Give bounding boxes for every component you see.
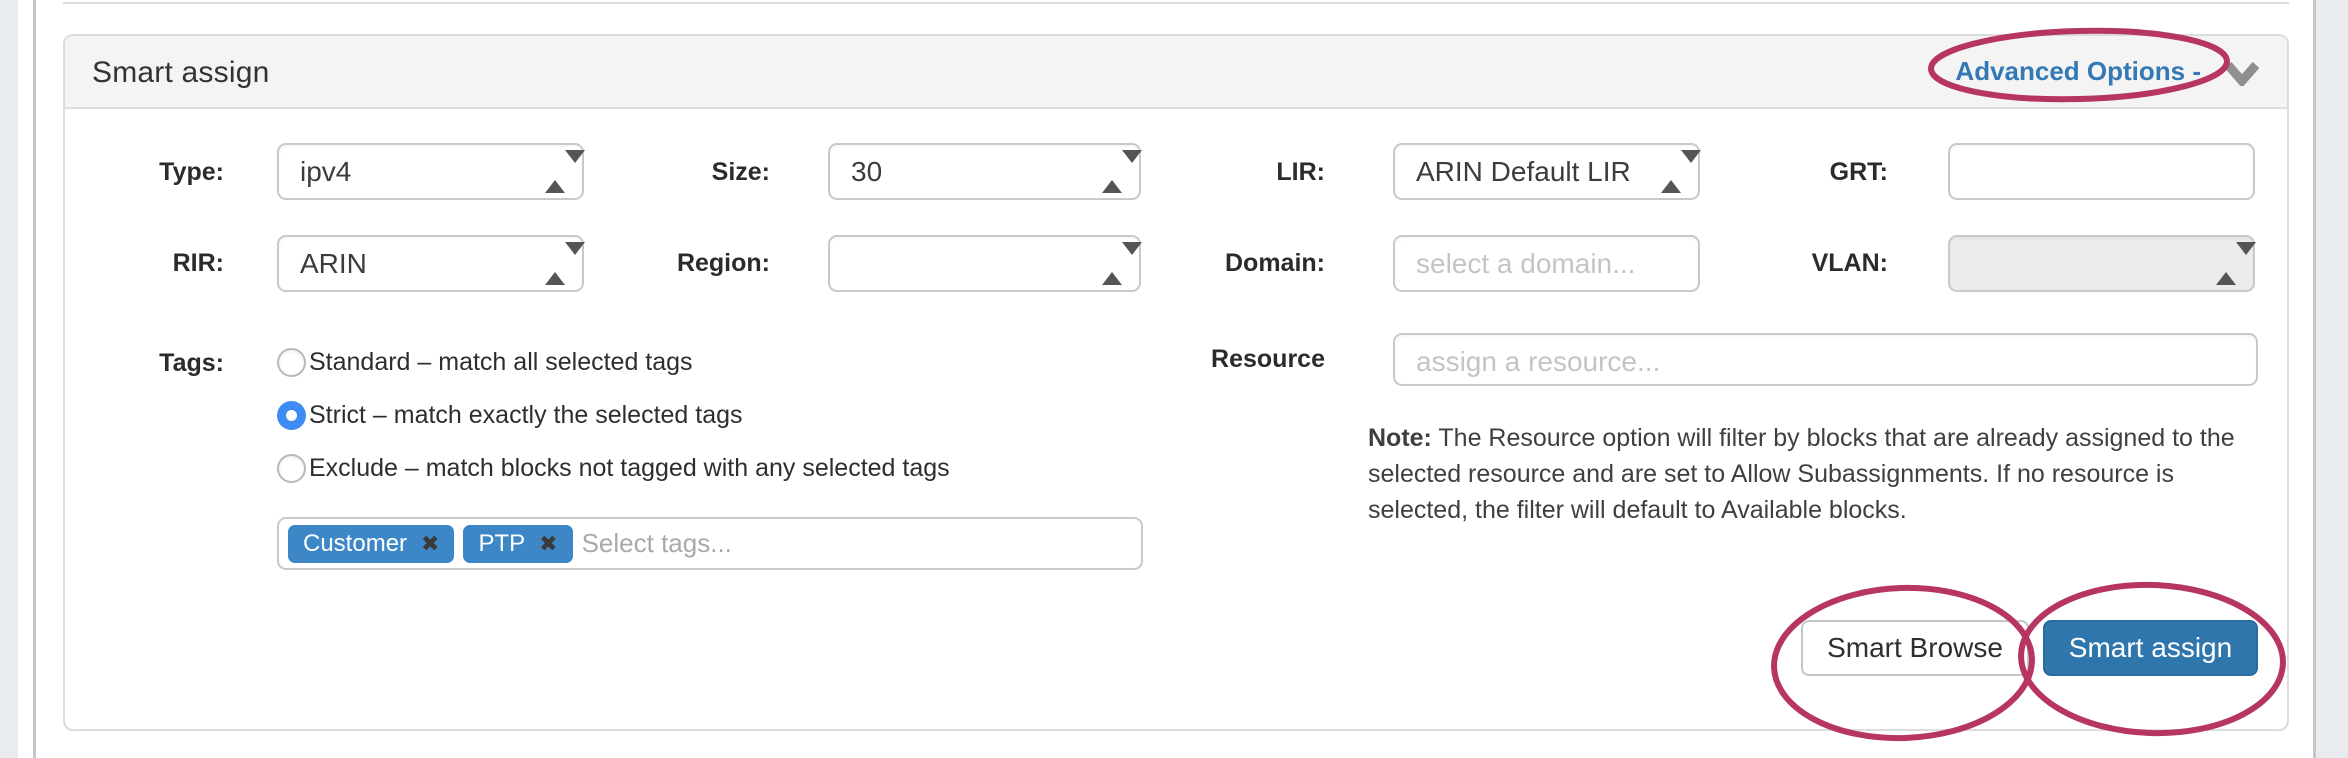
resource-field [1393,333,2258,386]
resource-label: Resource [1065,333,1325,386]
tags-search-input[interactable] [582,524,1132,564]
tags-input-box[interactable]: Customer ✖ PTP ✖ [277,517,1143,570]
type-select[interactable]: ipv4 [277,143,584,200]
resource-input[interactable] [1416,335,2235,388]
radio-exclude-label: Exclude – match blocks not tagged with a… [309,454,950,483]
tags-option-strict: Strict – match exactly the selected tags [277,400,743,430]
remove-tag-icon[interactable]: ✖ [539,533,557,555]
select-arrows-icon [1102,255,1122,273]
tag-pill-label: Customer [303,530,407,558]
region-select[interactable] [828,235,1141,292]
panel-header: Smart assign Advanced Options - [65,36,2287,109]
tags-option-standard: Standard – match all selected tags [277,347,693,377]
domain-input[interactable] [1416,237,1677,290]
note-prefix: Note: [1368,424,1432,452]
type-label: Type: [65,143,224,201]
lir-select-value: ARIN Default LIR [1416,145,1631,198]
page-gutter-left [0,0,18,758]
select-arrows-icon [2216,255,2236,273]
lir-select[interactable]: ARIN Default LIR [1393,143,1700,200]
remove-tag-icon[interactable]: ✖ [421,533,439,555]
select-arrows-icon [545,255,565,273]
domain-field [1393,235,1700,292]
top-divider [63,2,2289,4]
radio-strict-label: Strict – match exactly the selected tags [309,401,743,430]
grt-field [1948,143,2255,200]
tag-pill-label: PTP [478,530,525,558]
smart-assign-button[interactable]: Smart assign [2043,620,2258,676]
size-select-value: 30 [851,145,882,198]
radio-standard[interactable] [277,348,306,377]
select-arrows-icon [1102,163,1122,181]
vlan-select[interactable] [1948,235,2255,292]
radio-exclude[interactable] [277,454,306,483]
resource-note: Note: The Resource option will filter by… [1368,420,2278,528]
page-gutter-right [2316,0,2348,758]
smart-browse-button[interactable]: Smart Browse [1801,620,2029,676]
region-label: Region: [610,235,770,292]
advanced-options-link[interactable]: Advanced Options - [1955,36,2201,107]
rir-select[interactable]: ARIN [277,235,584,292]
domain-label: Domain: [1125,235,1325,292]
type-select-value: ipv4 [300,145,351,198]
content-divider-right [2313,0,2316,758]
select-arrows-icon [545,163,565,181]
size-label: Size: [610,143,770,201]
panel-title: Smart assign [92,36,269,109]
chevron-down-icon[interactable] [2225,62,2259,86]
tags-option-exclude: Exclude – match blocks not tagged with a… [277,453,950,483]
rir-select-value: ARIN [300,237,367,290]
radio-strict[interactable] [277,401,306,430]
rir-label: RIR: [65,235,224,292]
grt-input[interactable] [1971,145,2232,198]
radio-standard-label: Standard – match all selected tags [309,348,693,377]
tag-pill: Customer ✖ [288,525,454,563]
vlan-label: VLAN: [1715,235,1888,292]
tag-pill: PTP ✖ [463,525,572,563]
content-divider-left [33,0,36,758]
smart-assign-panel: Smart assign Advanced Options - Type: ip… [63,34,2289,731]
select-arrows-icon [1661,163,1681,181]
grt-label: GRT: [1715,143,1888,201]
size-select[interactable]: 30 [828,143,1141,200]
tags-label: Tags: [65,349,224,378]
note-body: The Resource option will filter by block… [1368,424,2235,524]
lir-label: LIR: [1125,143,1325,201]
